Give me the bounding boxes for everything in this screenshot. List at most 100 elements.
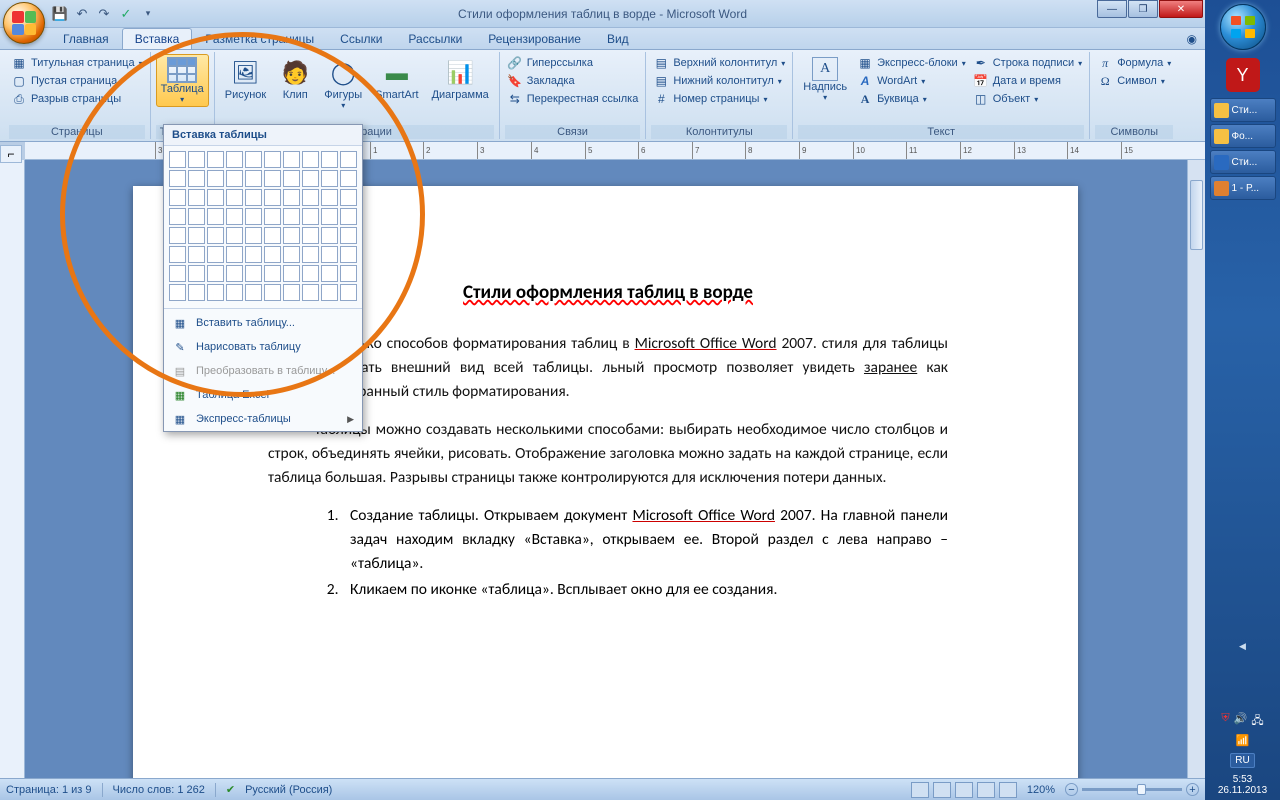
grid-cell[interactable] bbox=[302, 189, 319, 206]
view-draft-icon[interactable] bbox=[999, 782, 1017, 798]
picture-button[interactable]: 🖼Рисунок bbox=[220, 54, 272, 104]
grid-cell[interactable] bbox=[283, 227, 300, 244]
grid-cell[interactable] bbox=[283, 208, 300, 225]
taskbar-item[interactable]: Фо... bbox=[1210, 124, 1276, 148]
object-button[interactable]: ◫Объект ▾ bbox=[971, 90, 1084, 108]
grid-cell[interactable] bbox=[169, 246, 186, 263]
grid-cell[interactable] bbox=[207, 284, 224, 301]
view-print-layout-icon[interactable] bbox=[911, 782, 929, 798]
tray-network-icon[interactable]: 🖧 bbox=[1251, 712, 1263, 731]
zoom-in-icon[interactable]: + bbox=[1186, 783, 1199, 796]
save-icon[interactable]: 💾 bbox=[50, 4, 70, 24]
bookmark-button[interactable]: 🔖Закладка bbox=[505, 72, 641, 90]
symbol-button[interactable]: ΩСимвол ▾ bbox=[1095, 72, 1173, 90]
grid-cell[interactable] bbox=[264, 227, 281, 244]
grid-cell[interactable] bbox=[169, 265, 186, 282]
tab-selector[interactable]: ⌐ bbox=[0, 145, 22, 163]
draw-table-menu-item[interactable]: ✎Нарисовать таблицу bbox=[164, 335, 362, 359]
tray-expand-icon[interactable]: ◀ bbox=[1211, 641, 1274, 652]
grid-cell[interactable] bbox=[264, 246, 281, 263]
grid-cell[interactable] bbox=[226, 265, 243, 282]
grid-cell[interactable] bbox=[264, 151, 281, 168]
grid-cell[interactable] bbox=[169, 170, 186, 187]
qat-customize-icon[interactable]: ▾ bbox=[138, 4, 158, 24]
status-language[interactable]: Русский (Россия) bbox=[245, 784, 332, 796]
tab-review[interactable]: Рецензирование bbox=[475, 28, 594, 49]
vertical-ruler[interactable] bbox=[0, 160, 25, 778]
taskbar-item[interactable]: Сти... bbox=[1210, 98, 1276, 122]
yandex-icon[interactable]: Y bbox=[1226, 58, 1260, 92]
shapes-button[interactable]: ◯Фигуры▾ bbox=[319, 54, 367, 113]
grid-cell[interactable] bbox=[169, 208, 186, 225]
taskbar-item[interactable]: Сти... bbox=[1210, 150, 1276, 174]
status-page[interactable]: Страница: 1 из 9 bbox=[6, 784, 92, 796]
undo-icon[interactable]: ↶ bbox=[72, 4, 92, 24]
smartart-button[interactable]: ▬SmartArt bbox=[370, 54, 423, 104]
office-button[interactable] bbox=[3, 2, 45, 44]
tray-signal-icon[interactable]: 📶 bbox=[1236, 734, 1250, 747]
grid-cell[interactable] bbox=[226, 151, 243, 168]
spelling-icon[interactable]: ✓ bbox=[116, 4, 136, 24]
grid-cell[interactable] bbox=[188, 227, 205, 244]
grid-cell[interactable] bbox=[245, 170, 262, 187]
page-number-button[interactable]: #Номер страницы ▾ bbox=[651, 90, 787, 108]
start-button[interactable] bbox=[1220, 4, 1266, 50]
clock-date[interactable]: 26.11.2013 bbox=[1211, 785, 1274, 796]
grid-cell[interactable] bbox=[169, 189, 186, 206]
grid-cell[interactable] bbox=[226, 246, 243, 263]
tab-view[interactable]: Вид bbox=[594, 28, 642, 49]
clipart-button[interactable]: 🧑Клип bbox=[274, 54, 316, 104]
grid-cell[interactable] bbox=[245, 246, 262, 263]
grid-cell[interactable] bbox=[302, 151, 319, 168]
tray-volume-icon[interactable]: 🔊 bbox=[1234, 712, 1248, 731]
grid-cell[interactable] bbox=[245, 208, 262, 225]
grid-cell[interactable] bbox=[264, 170, 281, 187]
grid-cell[interactable] bbox=[302, 265, 319, 282]
grid-cell[interactable] bbox=[226, 284, 243, 301]
grid-cell[interactable] bbox=[245, 227, 262, 244]
grid-cell[interactable] bbox=[340, 208, 357, 225]
grid-cell[interactable] bbox=[188, 284, 205, 301]
grid-cell[interactable] bbox=[264, 208, 281, 225]
grid-cell[interactable] bbox=[302, 208, 319, 225]
grid-cell[interactable] bbox=[207, 189, 224, 206]
zoom-slider[interactable] bbox=[1082, 788, 1182, 791]
cover-page-button[interactable]: ▦Титульная страница ▾ bbox=[9, 54, 145, 72]
zoom-out-icon[interactable]: − bbox=[1065, 783, 1078, 796]
grid-cell[interactable] bbox=[169, 227, 186, 244]
grid-cell[interactable] bbox=[283, 151, 300, 168]
grid-cell[interactable] bbox=[321, 265, 338, 282]
clock-time[interactable]: 5:53 bbox=[1211, 774, 1274, 785]
table-size-grid[interactable] bbox=[164, 146, 362, 306]
grid-cell[interactable] bbox=[340, 151, 357, 168]
grid-cell[interactable] bbox=[321, 227, 338, 244]
grid-cell[interactable] bbox=[302, 284, 319, 301]
excel-table-menu-item[interactable]: ▦Таблица Excel bbox=[164, 383, 362, 407]
scrollbar-thumb[interactable] bbox=[1190, 180, 1203, 250]
grid-cell[interactable] bbox=[283, 246, 300, 263]
close-button[interactable]: ✕ bbox=[1159, 0, 1203, 18]
grid-cell[interactable] bbox=[188, 189, 205, 206]
tab-insert[interactable]: Вставка bbox=[122, 28, 193, 49]
grid-cell[interactable] bbox=[340, 227, 357, 244]
header-button[interactable]: ▤Верхний колонтитул ▾ bbox=[651, 54, 787, 72]
tray-shield-icon[interactable]: ⛨ bbox=[1221, 712, 1229, 731]
grid-cell[interactable] bbox=[245, 151, 262, 168]
grid-cell[interactable] bbox=[169, 284, 186, 301]
grid-cell[interactable] bbox=[207, 227, 224, 244]
view-web-layout-icon[interactable] bbox=[955, 782, 973, 798]
grid-cell[interactable] bbox=[169, 151, 186, 168]
grid-cell[interactable] bbox=[283, 170, 300, 187]
grid-cell[interactable] bbox=[283, 284, 300, 301]
grid-cell[interactable] bbox=[188, 246, 205, 263]
maximize-button[interactable]: ❐ bbox=[1128, 0, 1158, 18]
grid-cell[interactable] bbox=[245, 265, 262, 282]
quickparts-button[interactable]: ▦Экспресс-блоки ▾ bbox=[855, 54, 968, 72]
grid-cell[interactable] bbox=[340, 246, 357, 263]
grid-cell[interactable] bbox=[264, 265, 281, 282]
grid-cell[interactable] bbox=[226, 170, 243, 187]
tab-home[interactable]: Главная bbox=[50, 28, 122, 49]
grid-cell[interactable] bbox=[321, 151, 338, 168]
hyperlink-button[interactable]: 🔗Гиперссылка bbox=[505, 54, 641, 72]
grid-cell[interactable] bbox=[340, 170, 357, 187]
